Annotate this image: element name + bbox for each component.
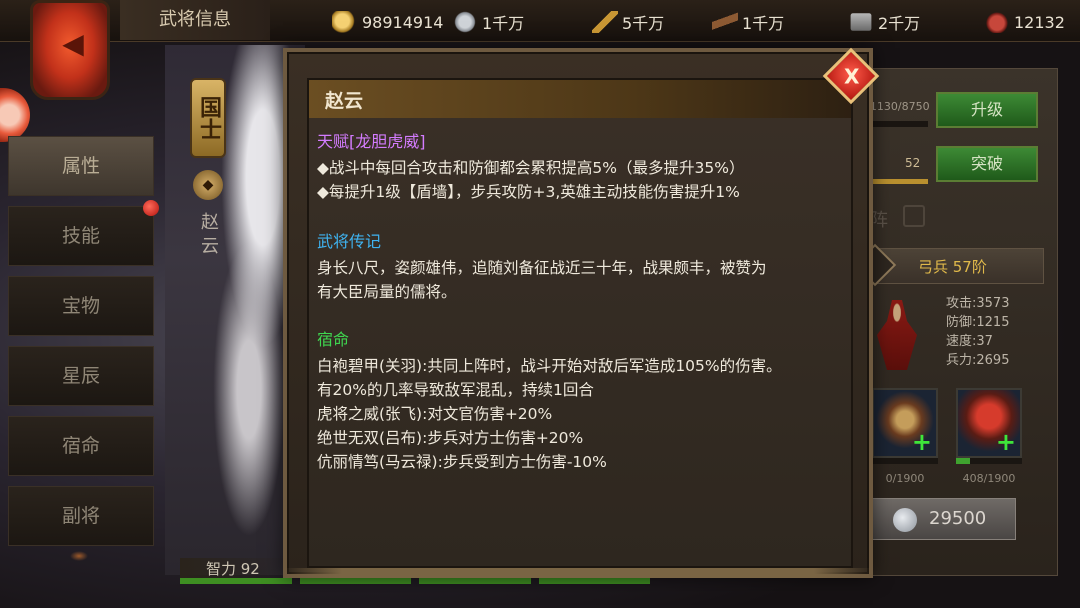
destiny-line: 伉丽情笃(马云禄):步兵受到方士伤害-10%	[317, 453, 607, 471]
resource-value: 98914914	[362, 12, 444, 32]
destiny-line: 虎将之威(张飞):对文官伤害+20%	[317, 405, 553, 423]
meat-icon	[984, 11, 1010, 33]
hero-name-vertical: 赵云	[198, 212, 219, 260]
silver-coin-icon	[893, 508, 917, 532]
tab-treasure[interactable]: 宝物	[8, 276, 154, 336]
top-bar: 武将信息 98914914 1千万 5千万 1千万 2千万 12132	[0, 0, 1080, 42]
equip-progress-bar	[956, 458, 1022, 464]
troop-stat: 兵力:2695	[946, 353, 1010, 368]
notification-dot	[143, 200, 159, 216]
add-icon: +	[995, 428, 1016, 456]
biography-title: 武将传记	[317, 232, 382, 251]
ember-decoration	[70, 551, 88, 561]
stat-bar	[538, 578, 650, 584]
troop-stat: 速度:37	[946, 334, 993, 349]
formation-icon[interactable]	[903, 205, 925, 227]
progress-fill	[956, 458, 971, 464]
tab-skills[interactable]: 技能	[8, 206, 154, 266]
equip-count: 0/1900	[885, 472, 925, 485]
stone-icon	[850, 13, 872, 31]
resource-value: 5千万	[622, 14, 665, 33]
back-button[interactable]: ◀	[30, 0, 110, 100]
destiny-line: 白袍碧甲(关羽):共同上阵时，战斗开始对敌后军造成105%的伤害。	[317, 357, 782, 375]
resource-silver: 1千万	[452, 8, 524, 36]
talent-title: 天赋[龙胆虎威]	[317, 132, 426, 151]
tab-attributes[interactable]: 属性	[8, 136, 154, 196]
resource-torch: 5千万	[592, 8, 664, 36]
popup-title: 赵云	[325, 90, 364, 112]
equip-slot-flag[interactable]: +	[956, 388, 1022, 458]
resource-value: 1千万	[742, 14, 785, 33]
tab-deputy[interactable]: 副将	[8, 486, 154, 546]
resource-meat: 12132	[984, 8, 1065, 36]
gold-ingot-icon	[332, 11, 358, 33]
biography-line: 身长八尺，姿颜雄伟，追随刘备征战近三十年，战果颇丰，被赞为	[317, 259, 767, 277]
faction-emblem-icon: ◆	[193, 170, 223, 200]
equip-slot-bow[interactable]: +	[872, 388, 938, 458]
torch-icon	[592, 11, 618, 33]
destiny-line: 有20%的几率导致敌军混乱，持续1回合	[317, 381, 594, 399]
back-arrow-icon: ◀	[62, 27, 84, 60]
talent-line: ◆战斗中每回合攻击和防御都会累积提高5%（最多提升35%）	[317, 159, 745, 177]
sidebar-tabs: 属性 技能 宝物 星辰 宿命 副将	[8, 136, 154, 556]
biography-line: 有大臣局量的儒将。	[317, 283, 457, 301]
breakthrough-button[interactable]: 突破	[936, 146, 1038, 182]
equip-progress-bar	[872, 458, 938, 464]
add-icon: +	[911, 428, 932, 456]
cost-button[interactable]: 29500	[868, 498, 1016, 540]
resource-wood: 1千万	[712, 8, 784, 36]
tab-destiny[interactable]: 宿命	[8, 416, 154, 476]
silver-coin-icon	[452, 11, 478, 33]
resource-stone: 2千万	[848, 8, 920, 36]
destiny-line: 绝世无双(吕布):步兵对方士伤害+20%	[317, 429, 584, 447]
troop-stat: 防御:1215	[946, 315, 1010, 330]
hero-name-plaque: 国士 ◆ 赵云	[190, 78, 226, 288]
close-icon: X	[843, 64, 860, 89]
troop-stat: 攻击:3573	[946, 296, 1010, 311]
level-value: 52	[905, 156, 921, 170]
resource-value: 2千万	[878, 14, 921, 33]
talent-line: ◆每提升1级【盾墙】，步兵攻防+3,英雄主动技能伤害提升1%	[317, 183, 740, 201]
page-title: 武将信息	[120, 0, 270, 40]
stat-bar	[299, 578, 411, 584]
equip-count: 408/1900	[962, 472, 1016, 485]
resource-value: 1千万	[482, 14, 525, 33]
intelligence-stat: 智力 92	[180, 558, 290, 580]
destiny-title: 宿命	[317, 330, 350, 349]
popup-content: 天赋[龙胆虎威] ◆战斗中每回合攻击和防御都会累积提高5%（最多提升35%） ◆…	[317, 130, 847, 474]
resource-value: 12132	[1014, 12, 1065, 32]
resource-gold: 98914914	[332, 8, 443, 36]
wood-icon	[712, 11, 738, 33]
tab-stars[interactable]: 星辰	[8, 346, 154, 406]
hero-info-popup: 赵云 X 天赋[龙胆虎威] ◆战斗中每回合攻击和防御都会累积提高5%（最多提升3…	[283, 47, 880, 578]
cost-value: 29500	[929, 508, 987, 529]
stat-bar	[180, 578, 292, 584]
upgrade-button[interactable]: 升级	[936, 92, 1038, 128]
troop-stats: 攻击:3573 防御:1215 速度:37 兵力:2695	[946, 294, 1046, 370]
troop-title: 弓兵 57阶	[918, 258, 987, 276]
hero-rank-label: 国士	[190, 78, 226, 158]
frame-ornament	[283, 568, 873, 578]
stat-bar	[419, 578, 531, 584]
stat-bars	[180, 578, 650, 584]
